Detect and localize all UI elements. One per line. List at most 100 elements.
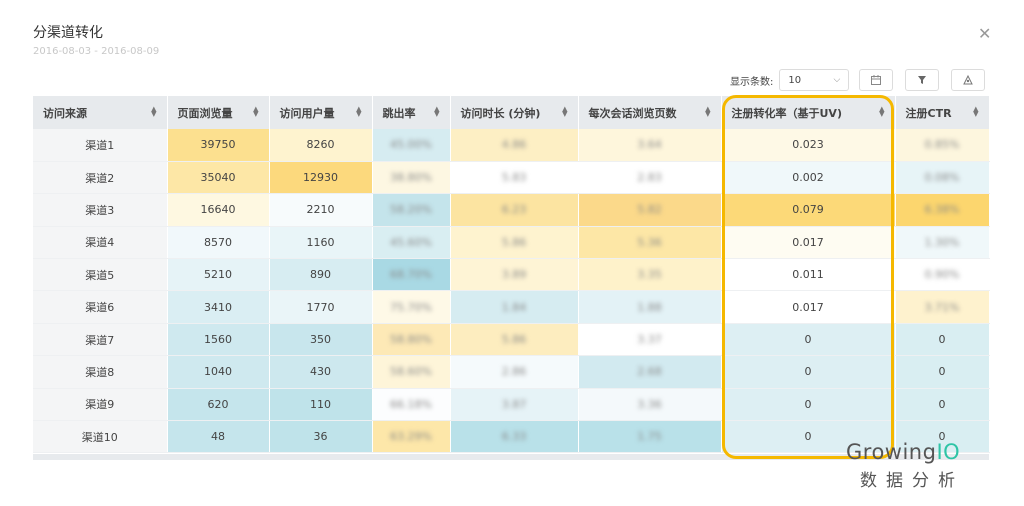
chevron-down-icon: ⌵ [833,75,841,85]
cell-pages: 3.35 [578,258,722,292]
column-header-source[interactable]: 访问来源 ▲ ▼ [33,96,168,129]
cell-uv: 110 [269,388,373,422]
logo-subtitle: 数据分析 [860,471,964,491]
cell-duration: 2.86 [450,355,579,389]
calendar-button[interactable] [859,69,893,91]
cell-pages: 2.68 [578,355,722,389]
cell-conv: 0.002 [721,161,896,195]
cell-pv: 48 [167,420,270,454]
cell-ctr: 0 [895,388,990,422]
cell-duration: 3.87 [450,388,579,422]
table-header-row: 访问来源 ▲ ▼ 页面浏览量 ▲ ▼ 访问用户量 ▲ ▼ 跳出率 ▲ ▼ 访问时长 (分钟) ▲ ▼… [33,96,990,129]
filter-button[interactable] [905,69,939,91]
table-row: 渠道5 5210 890 68.70% 3.89 3.35 0.011 0.90% [33,258,990,292]
cell-conv: 0.011 [721,258,896,292]
cell-source: 渠道9 [33,388,168,422]
cell-pages: 3.64 [578,129,722,162]
cell-uv: 36 [269,420,373,454]
cell-conv: 0.017 [721,290,896,324]
cell-pv: 16640 [167,193,270,227]
cell-ctr: 0.90% [895,258,990,292]
cell-pages: 1.75 [578,420,722,454]
cell-duration: 5.86 [450,226,579,260]
table-row: 渠道3 16640 2210 58.20% 6.23 5.82 0.079 6.38% [33,193,990,227]
cell-ctr: 6.38% [895,193,990,227]
column-header-visitors[interactable]: 访问用户量 ▲ ▼ [269,96,373,129]
cell-pv: 3410 [167,290,270,324]
column-header-conversion-rate[interactable]: 注册转化率（基于UV) ▲ ▼ [721,96,896,129]
cell-source: 渠道8 [33,355,168,389]
cell-source: 渠道7 [33,323,168,357]
cell-duration: 4.86 [450,129,579,162]
cell-pages: 2.83 [578,161,722,195]
cell-source: 渠道10 [33,420,168,454]
page-size-select[interactable]: 10 ⌵ [779,69,850,91]
cell-source: 渠道5 [33,258,168,292]
cell-source: 渠道3 [33,193,168,227]
cell-conv: 0.079 [721,193,896,227]
cell-bounce: 38.80% [372,161,451,195]
table-row: 渠道1 39750 8260 45.00% 4.86 3.64 0.023 0.85% [33,129,990,162]
cell-pages: 3.36 [578,388,722,422]
sort-icon: ▲ ▼ [973,105,979,118]
growingio-logo: GrowingIO 数据分析 [846,440,964,491]
table-row: 渠道6 3410 1770 75.70% 1.84 1.88 0.017 3.71% [33,290,990,324]
cell-pages: 5.36 [578,226,722,260]
filter-icon [918,76,926,84]
cell-ctr: 0 [895,323,990,357]
cell-pages: 1.88 [578,290,722,324]
cell-pv: 1560 [167,323,270,357]
table-body: 渠道1 39750 8260 45.00% 4.86 3.64 0.023 0.85% 渠道2 3… [33,129,990,454]
cell-pv: 1040 [167,355,270,389]
cell-uv: 430 [269,355,373,389]
sort-icon: ▲ ▼ [151,105,157,118]
cell-duration: 1.84 [450,290,579,324]
cell-conv: 0 [721,355,896,389]
cell-source: 渠道1 [33,129,168,162]
cell-bounce: 66.18% [372,388,451,422]
cell-ctr: 0.85% [895,129,990,162]
column-header-bounce-rate[interactable]: 跳出率 ▲ ▼ [372,96,451,129]
table-row: 渠道2 35040 12930 38.80% 5.83 2.83 0.002 0.08% [33,161,990,195]
page-size-value: 10 [788,74,802,86]
date-range: 2016-08-03 - 2016-08-09 [33,46,160,57]
cell-source: 渠道6 [33,290,168,324]
cell-bounce: 45.60% [372,226,451,260]
cell-source: 渠道2 [33,161,168,195]
cell-uv: 2210 [269,193,373,227]
cell-pv: 35040 [167,161,270,195]
cell-pages: 3.37 [578,323,722,357]
cell-uv: 890 [269,258,373,292]
cell-ctr: 0 [895,355,990,389]
cell-uv: 1160 [269,226,373,260]
chart-button[interactable] [951,69,985,91]
calendar-icon [871,75,881,85]
cell-pv: 620 [167,388,270,422]
column-header-ctr[interactable]: 注册CTR ▲ ▼ [895,96,990,129]
cell-bounce: 58.20% [372,193,451,227]
cell-bounce: 75.70% [372,290,451,324]
cell-duration: 6.33 [450,420,579,454]
sort-icon: ▲ ▼ [253,105,259,118]
cell-source: 渠道4 [33,226,168,260]
cell-bounce: 58.80% [372,323,451,357]
sort-icon: ▲ ▼ [705,105,711,118]
close-icon[interactable]: ✕ [978,24,991,43]
cell-uv: 350 [269,323,373,357]
channel-conversion-table: 访问来源 ▲ ▼ 页面浏览量 ▲ ▼ 访问用户量 ▲ ▼ 跳出率 ▲ ▼ 访问时长 (分钟) ▲ ▼… [33,96,990,454]
cell-bounce: 63.29% [372,420,451,454]
chart-icon [963,74,973,85]
column-header-pageviews[interactable]: 页面浏览量 ▲ ▼ [167,96,270,129]
column-header-duration[interactable]: 访问时长 (分钟) ▲ ▼ [450,96,579,129]
sort-icon: ▲ ▼ [879,105,885,118]
cell-ctr: 1.30% [895,226,990,260]
cell-ctr: 0.08% [895,161,990,195]
cell-conv: 0 [721,323,896,357]
cell-uv: 8260 [269,129,373,162]
column-header-pages-per-session[interactable]: 每次会话浏览页数 ▲ ▼ [578,96,722,129]
cell-pv: 8570 [167,226,270,260]
cell-conv: 0 [721,388,896,422]
dialog-title: 分渠道转化 [33,25,103,41]
cell-conv: 0.017 [721,226,896,260]
table-row: 渠道8 1040 430 58.60% 2.86 2.68 0 0 [33,355,990,389]
